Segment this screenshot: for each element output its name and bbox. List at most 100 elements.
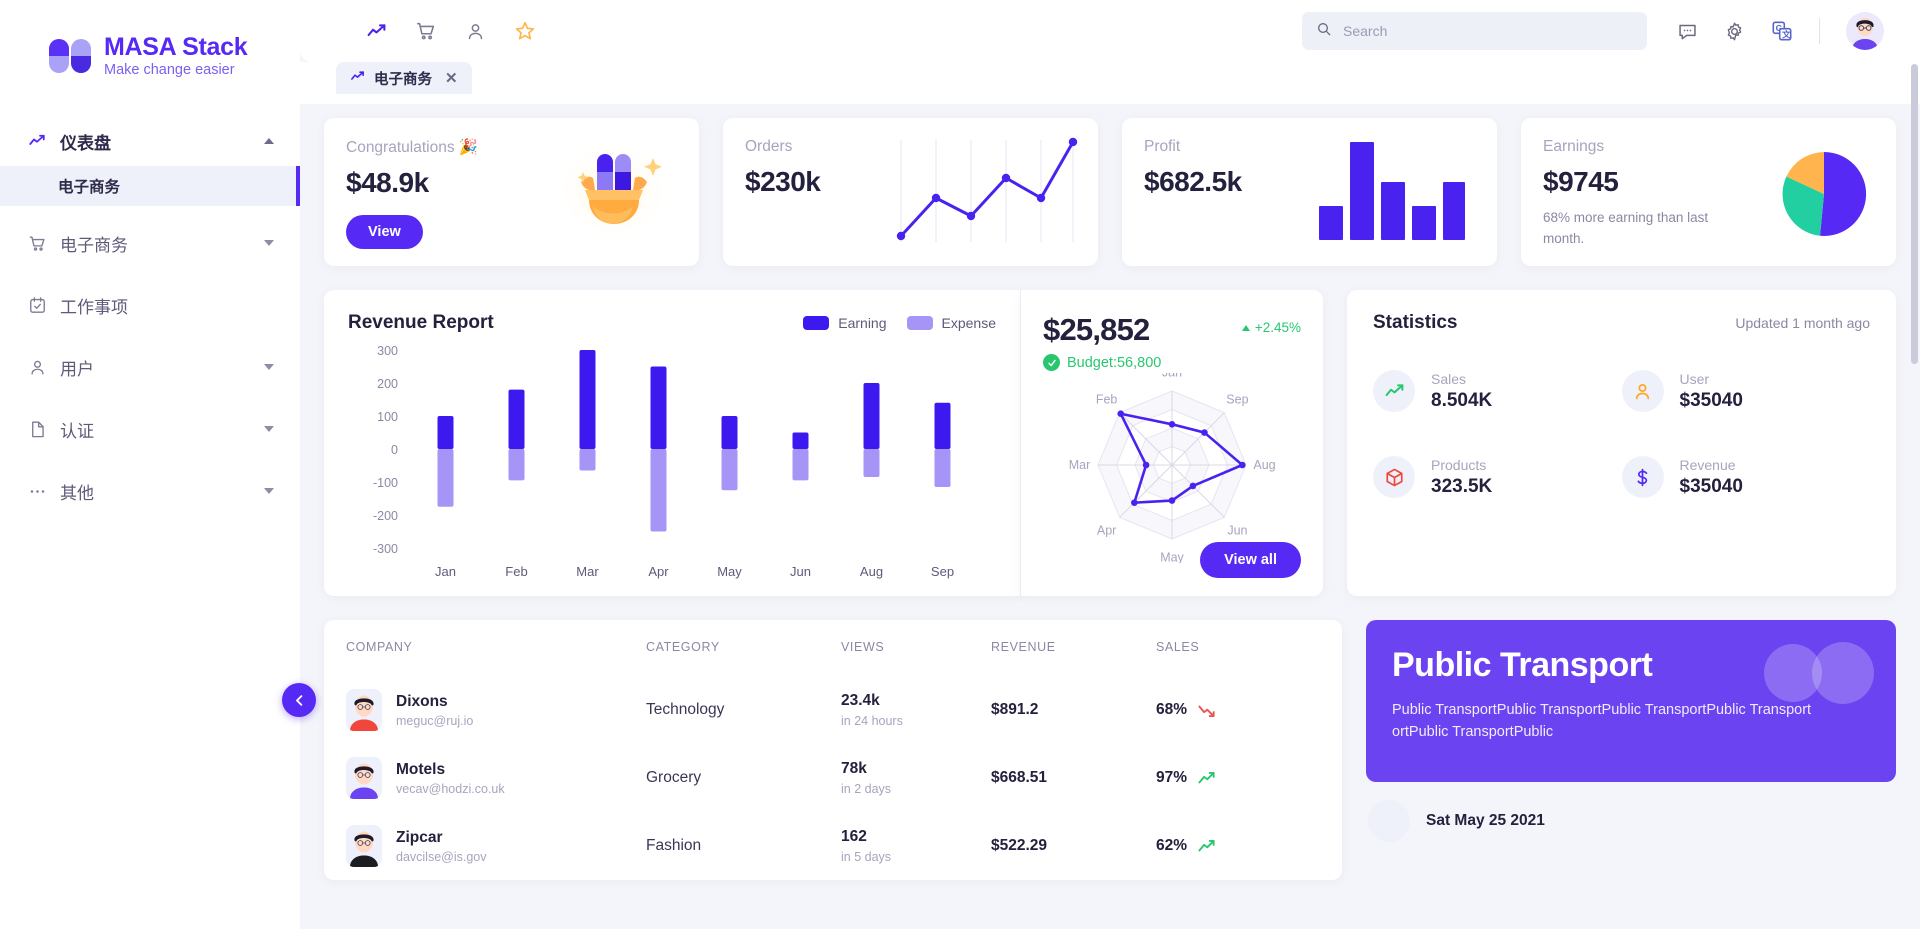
views-count: 162 — [841, 828, 867, 845]
topbar: G文 — [300, 0, 1920, 62]
company-email: meguc@ruj.io — [396, 713, 474, 728]
kpi-label: Earnings — [1543, 138, 1605, 155]
stat-revenue: Revenue $35040 — [1621, 456, 1871, 498]
sidebar-item-worklist[interactable]: 工作事项 — [0, 280, 300, 330]
translate-icon[interactable]: G文 — [1771, 20, 1793, 42]
table-row[interactable]: Dixons meguc@ruj.io Technology 23.4k in 24 h… — [346, 676, 1320, 744]
views-period: in 24 hours — [841, 714, 903, 728]
company-name: Zipcar — [396, 828, 443, 846]
table-row[interactable]: Zipcar davcilse@is.gov Fashion 162 in 5 days… — [346, 812, 1320, 880]
kpi-value: $230k — [745, 166, 821, 197]
search-input[interactable] — [1343, 23, 1633, 39]
svg-text:100: 100 — [377, 410, 398, 424]
svg-text:Apr: Apr — [1097, 523, 1116, 537]
svg-text:-100: -100 — [373, 476, 398, 490]
box-icon — [1373, 456, 1415, 498]
bottom-row: COMPANY CATEGORY VIEWS REVENUE SALES Dix… — [324, 620, 1896, 880]
statistics-title: Statistics — [1373, 312, 1458, 333]
table-row[interactable]: Motels vecav@hodzi.co.uk Grocery 78k in 2 da… — [346, 744, 1320, 812]
sidebar-item-label: 工作事项 — [60, 297, 128, 317]
table-body: Dixons meguc@ruj.io Technology 23.4k in 24 h… — [346, 676, 1320, 880]
column-views: VIEWS — [841, 640, 885, 654]
close-icon[interactable]: ✕ — [445, 69, 458, 87]
svg-text:Jun: Jun — [790, 564, 811, 579]
page-scrollbar[interactable] — [1911, 64, 1918, 364]
sidebar-collapse-button[interactable] — [282, 683, 316, 717]
views-period: in 2 days — [841, 782, 892, 796]
view-button[interactable]: View — [346, 215, 423, 249]
cell-company: Dixons meguc@ruj.io — [346, 676, 646, 744]
svg-text:0: 0 — [391, 443, 398, 457]
promo-body: Public TransportPublic TransportPublic T… — [1392, 702, 1812, 741]
svg-text:Mar: Mar — [1069, 458, 1091, 472]
cell-revenue: $891.2 — [991, 701, 1039, 718]
bar-spark-chart — [1317, 140, 1467, 245]
sidebar-subitem-label: 电子商务 — [58, 179, 121, 196]
svg-text:-300: -300 — [373, 542, 398, 556]
statistics-grid: Sales 8.504K User $35040 Products 323.5K… — [1373, 370, 1870, 498]
sidebar-item-dashboard[interactable]: 仪表盘 — [0, 116, 300, 166]
promo-card[interactable]: Public Transport Public TransportPublic … — [1366, 620, 1896, 782]
cart-icon[interactable] — [415, 20, 437, 42]
kpi-label: Profit — [1144, 138, 1181, 155]
svg-text:Jun: Jun — [1227, 523, 1247, 537]
kpi-note: 68% more earning than last month. — [1543, 210, 1709, 246]
sidebar-item-ecommerce[interactable]: 电子商务 — [0, 218, 300, 268]
cell-revenue: $668.51 — [991, 769, 1048, 786]
search-icon — [1316, 21, 1332, 42]
gear-icon[interactable] — [1724, 21, 1745, 42]
sidebar-item-other[interactable]: 其他 — [0, 466, 300, 516]
sidebar-item-auth[interactable]: 认证 — [0, 404, 300, 454]
trend-up-icon[interactable] — [366, 21, 387, 42]
line-spark-chart — [893, 136, 1078, 251]
svg-text:Mar: Mar — [576, 564, 599, 579]
kpi-card-orders: Orders $230k — [723, 118, 1098, 266]
budget-card: $25,852 +2.45% Budget:56,800 Jan Sep Aug Ju… — [1020, 290, 1323, 596]
sidebar-item-label: 认证 — [60, 421, 94, 441]
tab-ecommerce[interactable]: 电子商务 ✕ — [336, 62, 472, 94]
statistics-card: Statistics Updated 1 month ago Sales 8.5… — [1347, 290, 1896, 596]
calendar-check-icon — [28, 296, 54, 315]
svg-text:Feb: Feb — [505, 564, 527, 579]
company-table: COMPANY CATEGORY VIEWS REVENUE SALES Dix… — [346, 640, 1320, 880]
svg-text:Aug: Aug — [1253, 458, 1275, 472]
legend-item-earning: Earning — [803, 315, 887, 331]
user-icon[interactable] — [465, 21, 486, 42]
chat-icon[interactable] — [1677, 21, 1698, 42]
cell-company: Zipcar davcilse@is.gov — [346, 812, 646, 880]
stat-value: 323.5K — [1431, 475, 1493, 497]
brand-subtitle: Make change easier — [104, 61, 235, 78]
user-icon — [1621, 370, 1664, 412]
sidebar-item-label: 其他 — [60, 483, 94, 503]
user-avatar[interactable] — [1846, 12, 1884, 50]
stat-value: $35040 — [1679, 475, 1743, 497]
trend-up-icon — [28, 132, 54, 150]
cell-category: Grocery — [646, 769, 702, 786]
cart-icon — [28, 234, 54, 253]
date-list-item[interactable]: Sat May 25 2021 — [1366, 800, 1896, 842]
svg-text:Sep: Sep — [1226, 393, 1248, 407]
sidebar-item-ecommerce-sub[interactable]: 电子商务 — [0, 166, 300, 206]
stat-value: 8.504K — [1431, 389, 1493, 411]
view-all-button[interactable]: View all — [1200, 542, 1301, 578]
company-table-card: COMPANY CATEGORY VIEWS REVENUE SALES Dix… — [324, 620, 1342, 880]
views-count: 23.4k — [841, 692, 880, 709]
svg-text:May: May — [717, 564, 742, 579]
trophy-illustration — [547, 134, 677, 251]
budget-value: $25,852 — [1043, 312, 1150, 347]
promo-title: Public Transport — [1392, 646, 1653, 684]
calendar-avatar-icon — [1368, 800, 1410, 842]
stat-label: Sales — [1431, 370, 1467, 387]
topbar-actions: G文 — [1677, 12, 1884, 50]
cell-category: Technology — [646, 701, 725, 718]
search-box[interactable] — [1302, 12, 1647, 50]
cell-views: 23.4k in 24 hours — [841, 676, 991, 744]
stat-user: User $35040 — [1621, 370, 1871, 412]
svg-text:Aug: Aug — [860, 564, 883, 579]
brand-logo[interactable]: MASA Stack Make change easier — [0, 0, 300, 78]
chevron-down-icon — [264, 488, 274, 494]
star-icon[interactable] — [514, 20, 536, 42]
tab-label: 电子商务 — [374, 71, 432, 88]
chevron-down-icon — [264, 364, 274, 370]
sidebar-item-users[interactable]: 用户 — [0, 342, 300, 392]
